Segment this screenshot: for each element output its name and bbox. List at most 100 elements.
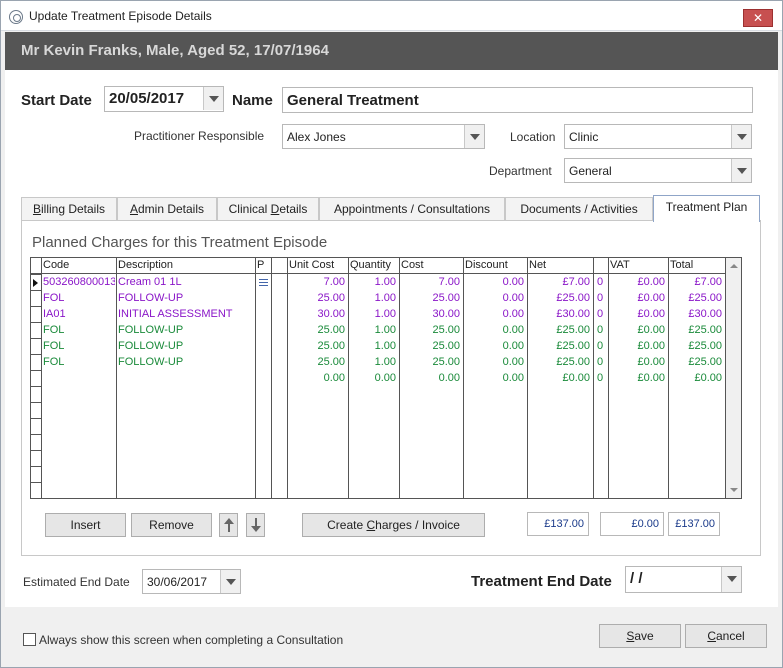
- table-cell-net[interactable]: £25.00: [529, 292, 590, 304]
- table-cell-disc[interactable]: 0.00: [465, 340, 524, 352]
- row-indicator[interactable]: [31, 307, 41, 323]
- chevron-down-icon[interactable]: [731, 125, 751, 148]
- table-cell-net[interactable]: £25.00: [529, 340, 590, 352]
- chevron-down-icon[interactable]: [220, 570, 240, 593]
- table-cell-disc[interactable]: 0.00: [465, 292, 524, 304]
- table-cell-desc[interactable]: FOLLOW-UP: [118, 340, 254, 352]
- table-cell-total[interactable]: £25.00: [670, 356, 722, 368]
- insert-button[interactable]: Insert: [45, 513, 126, 537]
- table-cell-vat[interactable]: £0.00: [610, 292, 665, 304]
- table-cell-vat[interactable]: £0.00: [610, 372, 665, 384]
- table-cell-total[interactable]: £30.00: [670, 308, 722, 320]
- scroll-down-icon[interactable]: [726, 482, 741, 498]
- row-indicator[interactable]: [31, 291, 41, 307]
- column-header[interactable]: Description: [118, 259, 173, 271]
- table-cell-desc[interactable]: INITIAL ASSESSMENT: [118, 308, 254, 320]
- table-cell-disc[interactable]: 0.00: [465, 276, 524, 288]
- table-cell-unit[interactable]: 25.00: [289, 292, 345, 304]
- table-cell-disc[interactable]: 0.00: [465, 308, 524, 320]
- close-button[interactable]: ✕: [743, 9, 773, 27]
- scroll-up-icon[interactable]: [726, 258, 741, 274]
- table-cell-vc[interactable]: 0: [597, 372, 607, 384]
- chevron-down-icon[interactable]: [721, 567, 741, 592]
- table-cell-disc[interactable]: 0.00: [465, 356, 524, 368]
- column-header[interactable]: VAT: [610, 259, 630, 271]
- row-indicator[interactable]: [31, 403, 41, 419]
- table-cell-qty[interactable]: 1.00: [350, 340, 396, 352]
- table-cell-qty[interactable]: 1.00: [350, 276, 396, 288]
- table-cell-vat[interactable]: £0.00: [610, 356, 665, 368]
- tab-billing-details[interactable]: Billing Details: [21, 197, 117, 221]
- table-cell-qty[interactable]: 1.00: [350, 356, 396, 368]
- notes-icon[interactable]: [259, 279, 268, 286]
- start-date-picker[interactable]: 20/05/2017: [104, 86, 224, 112]
- table-cell-total[interactable]: £25.00: [670, 324, 722, 336]
- table-cell-vc[interactable]: 0: [597, 340, 607, 352]
- row-indicator[interactable]: [31, 435, 41, 451]
- table-cell-total[interactable]: £7.00: [670, 276, 722, 288]
- table-cell-disc[interactable]: 0.00: [465, 372, 524, 384]
- table-cell-disc[interactable]: 0.00: [465, 324, 524, 336]
- table-cell-vc[interactable]: 0: [597, 276, 607, 288]
- tab-documents-activities[interactable]: Documents / Activities: [505, 197, 653, 221]
- row-indicator[interactable]: [31, 451, 41, 467]
- table-cell-unit[interactable]: 25.00: [289, 340, 345, 352]
- table-cell-net[interactable]: £25.00: [529, 356, 590, 368]
- table-cell-qty[interactable]: 0.00: [350, 372, 396, 384]
- remove-button[interactable]: Remove: [131, 513, 212, 537]
- practitioner-select[interactable]: Alex Jones: [282, 124, 485, 149]
- row-indicator[interactable]: [31, 419, 41, 435]
- table-cell-net[interactable]: £0.00: [529, 372, 590, 384]
- estimated-end-date-picker[interactable]: 30/06/2017: [142, 569, 241, 594]
- row-indicator[interactable]: [31, 467, 41, 483]
- table-cell-vc[interactable]: 0: [597, 324, 607, 336]
- save-button[interactable]: Save: [599, 624, 681, 648]
- column-header[interactable]: P: [257, 259, 264, 271]
- table-cell-code[interactable]: IA01: [43, 308, 115, 320]
- table-cell-cost[interactable]: 7.00: [401, 276, 460, 288]
- table-cell-code[interactable]: FOL: [43, 292, 115, 304]
- row-indicator[interactable]: [31, 371, 41, 387]
- column-header[interactable]: Code: [43, 259, 69, 271]
- table-cell-unit[interactable]: 7.00: [289, 276, 345, 288]
- table-cell-net[interactable]: £25.00: [529, 324, 590, 336]
- table-cell-vc[interactable]: 0: [597, 292, 607, 304]
- table-cell-vat[interactable]: £0.00: [610, 340, 665, 352]
- department-select[interactable]: General: [564, 158, 752, 183]
- table-cell-desc[interactable]: FOLLOW-UP: [118, 356, 254, 368]
- table-cell-vat[interactable]: £0.00: [610, 276, 665, 288]
- chevron-down-icon[interactable]: [464, 125, 484, 148]
- table-cell-code[interactable]: 503260800013: [43, 276, 115, 288]
- table-cell-desc[interactable]: FOLLOW-UP: [118, 292, 254, 304]
- table-cell-code[interactable]: FOL: [43, 356, 115, 368]
- table-cell-qty[interactable]: 1.00: [350, 308, 396, 320]
- move-down-button[interactable]: [246, 513, 265, 537]
- table-cell-unit[interactable]: 0.00: [289, 372, 345, 384]
- column-header[interactable]: Unit Cost: [289, 259, 334, 271]
- table-cell-total[interactable]: £25.00: [670, 340, 722, 352]
- row-indicator[interactable]: [31, 339, 41, 355]
- table-cell-desc[interactable]: FOLLOW-UP: [118, 324, 254, 336]
- always-show-checkbox[interactable]: [23, 633, 36, 646]
- location-select[interactable]: Clinic: [564, 124, 752, 149]
- create-charges-invoice-button[interactable]: Create Charges / Invoice: [302, 513, 485, 537]
- table-cell-unit[interactable]: 30.00: [289, 308, 345, 320]
- chevron-down-icon[interactable]: [203, 87, 223, 110]
- row-indicator[interactable]: [31, 483, 41, 498]
- tab-clinical-details[interactable]: Clinical Details: [217, 197, 319, 221]
- column-header[interactable]: Net: [529, 259, 546, 271]
- row-indicator[interactable]: [31, 323, 41, 339]
- table-cell-total[interactable]: £0.00: [670, 372, 722, 384]
- table-cell-unit[interactable]: 25.00: [289, 356, 345, 368]
- chevron-down-icon[interactable]: [731, 159, 751, 182]
- column-header[interactable]: Total: [670, 259, 693, 271]
- table-cell-code[interactable]: FOL: [43, 340, 115, 352]
- tab-admin-details[interactable]: Admin Details: [117, 197, 217, 221]
- vertical-scrollbar[interactable]: [725, 258, 741, 498]
- column-header[interactable]: Discount: [465, 259, 508, 271]
- charges-table[interactable]: Code Description P Unit Cost Quantity Cost Dis…: [30, 257, 742, 499]
- table-cell-desc[interactable]: Cream 01 1L: [118, 276, 254, 288]
- table-cell-cost[interactable]: 0.00: [401, 372, 460, 384]
- treatment-end-date-picker[interactable]: / /: [625, 566, 742, 593]
- column-header[interactable]: Cost: [401, 259, 424, 271]
